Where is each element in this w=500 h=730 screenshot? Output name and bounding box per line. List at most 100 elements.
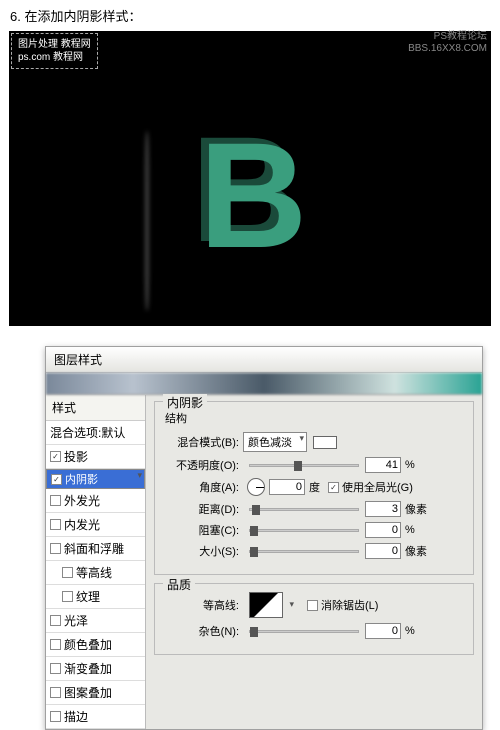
item-label: 图案叠加 — [64, 684, 112, 701]
checkbox-icon[interactable] — [50, 495, 61, 506]
row-blend-mode: 混合模式(B): 颜色减淡 — [165, 432, 463, 452]
unit-degree: 度 — [309, 479, 320, 495]
preview-canvas: 图片处理 教程网 ps.com 教程网 PS教程论坛 BBS.16XX8.COM… — [9, 31, 491, 326]
distance-label: 距离(D): — [165, 501, 239, 517]
watermark-line: ps.com 教程网 — [18, 51, 91, 64]
global-light-label: 使用全局光(G) — [342, 479, 413, 495]
size-input[interactable]: 0 — [365, 543, 401, 559]
style-item-bevel[interactable]: 斜面和浮雕 — [46, 537, 145, 561]
slider-thumb[interactable] — [250, 547, 258, 557]
style-item-blend-default[interactable]: 混合选项:默认 — [46, 421, 145, 445]
global-light-checkbox[interactable] — [328, 482, 339, 493]
style-item-pattern-overlay[interactable]: 图案叠加 — [46, 681, 145, 705]
item-label: 渐变叠加 — [64, 660, 112, 677]
opacity-slider[interactable] — [249, 464, 359, 467]
item-label: 外发光 — [64, 492, 100, 509]
item-label: 混合选项:默认 — [50, 424, 125, 441]
item-label: 等高线 — [76, 564, 112, 581]
style-item-drop-shadow[interactable]: 投影 — [46, 445, 145, 469]
panel-title: 内阴影 — [163, 394, 207, 411]
row-angle: 角度(A): 0 度 使用全局光(G) — [165, 478, 463, 496]
choke-input[interactable]: 0 — [365, 522, 401, 538]
credit-line: BBS.16XX8.COM — [408, 43, 487, 55]
watermark-line: 图片处理 教程网 — [18, 38, 91, 51]
unit-px: 像素 — [405, 501, 427, 517]
style-item-inner-shadow[interactable]: 内阴影 — [46, 469, 145, 489]
item-label: 光泽 — [64, 612, 88, 629]
structure-group: 内阴影 结构 混合模式(B): 颜色减淡 不透明度(O): 41 % 角度(A)… — [154, 401, 474, 575]
slider-thumb[interactable] — [250, 526, 258, 536]
checkbox-icon[interactable] — [50, 639, 61, 650]
style-item-satin[interactable]: 光泽 — [46, 609, 145, 633]
item-label: 描边 — [64, 708, 88, 725]
checkbox-icon[interactable] — [50, 687, 61, 698]
unit-percent: % — [405, 625, 415, 637]
step-caption: 6. 在添加内阴影样式： — [0, 0, 500, 31]
watermark: 图片处理 教程网 ps.com 教程网 — [11, 33, 98, 69]
checkbox-icon[interactable] — [50, 663, 61, 674]
row-size: 大小(S): 0 像素 — [165, 543, 463, 559]
row-opacity: 不透明度(O): 41 % — [165, 457, 463, 473]
dialog-title: 图层样式 — [46, 347, 482, 373]
unit-px: 像素 — [405, 543, 427, 559]
opacity-input[interactable]: 41 — [365, 457, 401, 473]
row-distance: 距离(D): 3 像素 — [165, 501, 463, 517]
slider-thumb[interactable] — [294, 461, 302, 471]
checkbox-icon[interactable] — [62, 567, 73, 578]
blend-mode-select[interactable]: 颜色减淡 — [243, 432, 307, 452]
checkbox-icon[interactable] — [50, 615, 61, 626]
contour-label: 等高线: — [165, 597, 239, 613]
unit-percent: % — [405, 524, 415, 536]
style-item-outer-glow[interactable]: 外发光 — [46, 489, 145, 513]
noise-slider[interactable] — [249, 630, 359, 633]
style-item-gradient-overlay[interactable]: 渐变叠加 — [46, 657, 145, 681]
item-label: 斜面和浮雕 — [64, 540, 124, 557]
checkbox-icon[interactable] — [62, 591, 73, 602]
size-slider[interactable] — [249, 550, 359, 553]
antialias-label: 消除锯齿(L) — [321, 597, 378, 613]
section-quality: 品质 — [163, 576, 195, 593]
contour-picker[interactable] — [249, 592, 283, 618]
settings-panel: 内阴影 结构 混合模式(B): 颜色减淡 不透明度(O): 41 % 角度(A)… — [146, 395, 482, 729]
quality-group: 品质 等高线: 消除锯齿(L) 杂色(N): 0 % — [154, 583, 474, 655]
distance-input[interactable]: 3 — [365, 501, 401, 517]
angle-input[interactable]: 0 — [269, 479, 305, 495]
style-item-inner-glow[interactable]: 内发光 — [46, 513, 145, 537]
corner-credit: PS教程论坛 BBS.16XX8.COM — [408, 31, 487, 55]
size-label: 大小(S): — [165, 543, 239, 559]
section-structure: 结构 — [165, 410, 463, 426]
angle-dial[interactable] — [247, 478, 265, 496]
layer-style-dialog: 图层样式 样式 混合选项:默认 投影 内阴影 外发光 内发光 斜面和浮雕 等高线… — [45, 346, 483, 730]
item-label: 纹理 — [76, 588, 100, 605]
checkbox-icon[interactable] — [50, 711, 61, 722]
opacity-label: 不透明度(O): — [165, 457, 239, 473]
row-contour: 等高线: 消除锯齿(L) — [165, 592, 463, 618]
blend-label: 混合模式(B): — [165, 434, 239, 450]
choke-slider[interactable] — [249, 529, 359, 532]
dialog-header-bg — [46, 373, 482, 395]
style-item-contour[interactable]: 等高线 — [46, 561, 145, 585]
slider-thumb[interactable] — [250, 627, 258, 637]
checkbox-icon[interactable] — [51, 474, 62, 485]
highlight-flare — [144, 131, 150, 311]
unit-percent: % — [405, 459, 415, 471]
credit-line: PS教程论坛 — [408, 31, 487, 43]
style-item-texture[interactable]: 纹理 — [46, 585, 145, 609]
checkbox-icon[interactable] — [50, 519, 61, 530]
antialias-checkbox[interactable] — [307, 600, 318, 611]
styles-list: 样式 混合选项:默认 投影 内阴影 外发光 内发光 斜面和浮雕 等高线 纹理 光… — [46, 395, 146, 729]
slider-thumb[interactable] — [252, 505, 260, 515]
row-choke: 阻塞(C): 0 % — [165, 522, 463, 538]
item-label: 投影 — [64, 448, 88, 465]
shadow-color-swatch[interactable] — [313, 436, 337, 449]
noise-label: 杂色(N): — [165, 623, 239, 639]
style-item-color-overlay[interactable]: 颜色叠加 — [46, 633, 145, 657]
row-noise: 杂色(N): 0 % — [165, 623, 463, 639]
letter-b: B — [199, 109, 307, 282]
checkbox-icon[interactable] — [50, 543, 61, 554]
angle-label: 角度(A): — [165, 479, 239, 495]
style-item-stroke[interactable]: 描边 — [46, 705, 145, 729]
noise-input[interactable]: 0 — [365, 623, 401, 639]
distance-slider[interactable] — [249, 508, 359, 511]
checkbox-icon[interactable] — [50, 451, 61, 462]
